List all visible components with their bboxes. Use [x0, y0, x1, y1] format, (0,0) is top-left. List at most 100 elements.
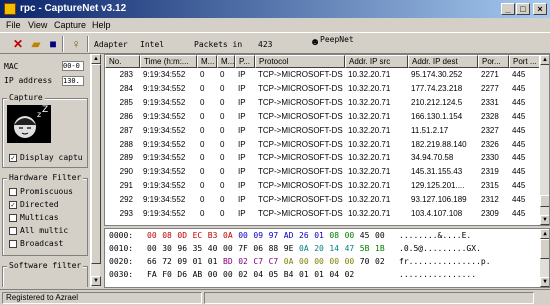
column-header[interactable]: Time (h:m:... [140, 55, 197, 68]
menu-help[interactable]: Help [92, 20, 111, 30]
column-header[interactable]: M... [197, 55, 217, 68]
table-row[interactable]: 291 9:19:34:552 0 0 IP TCP->MICROSOFT-DS 10.32… [105, 180, 541, 193]
close-button[interactable]: × [533, 3, 547, 15]
software-filter-group: Software filter [2, 261, 88, 287]
hex-byte: 0A [283, 257, 294, 266]
hex-byte: 0A [223, 231, 233, 240]
scroll-thumb[interactable] [540, 195, 549, 207]
multicast-checkbox[interactable]: Multicas [9, 213, 59, 222]
table-cell: 445 [512, 209, 526, 218]
table-cell: 10.32.20.71 [348, 125, 391, 135]
table-cell: 291 [119, 181, 133, 191]
table-cell: 9:19:34:552 [143, 97, 186, 107]
hex-byte: 96 [177, 244, 188, 253]
table-cell: 0 [220, 83, 225, 93]
table-cell: 10.32.20.71 [348, 70, 391, 79]
table-cell: 2271 [481, 70, 499, 79]
column-header[interactable]: Por... [478, 55, 509, 68]
table-cell: 9:19:34:552 [143, 167, 186, 177]
table-cell: 0 [220, 111, 225, 121]
menu-view[interactable]: View [28, 20, 47, 30]
hex-byte: 97 [268, 231, 279, 240]
key-icon[interactable]: ♀ [68, 36, 84, 52]
svg-text:Z: Z [42, 105, 48, 115]
table-cell: 10.32.20.71 [348, 153, 391, 163]
directed-label: Directed [20, 200, 59, 209]
display-capture-checkbox[interactable]: ✓ Display captu [9, 153, 83, 162]
main-window: rpc - CaptureNet v3.12 _ □ × File View C… [0, 0, 550, 305]
stop-icon[interactable]: ✕ [10, 36, 26, 52]
table-row[interactable]: 287 9:19:34:552 0 0 IP TCP->MICROSOFT-DS 10.32… [105, 125, 541, 138]
table-cell: TCP->MICROSOFT-DS [258, 97, 343, 107]
table-row[interactable]: 290 9:19:34:552 0 0 IP TCP->MICROSOFT-DS 10.32… [105, 166, 541, 179]
scroll-thumb[interactable] [540, 239, 549, 259]
hex-scrollbar[interactable]: ▲ ▼ [539, 229, 549, 287]
scroll-down-icon[interactable]: ▼ [540, 215, 549, 225]
table-cell: 2330 [481, 153, 499, 163]
scroll-down-icon[interactable]: ▼ [540, 277, 549, 287]
hex-byte: 0A [299, 244, 309, 253]
scroll-up-icon[interactable]: ▲ [540, 229, 549, 239]
hex-ascii: ........&....E. [399, 231, 472, 240]
display-capture-label: Display captu [20, 153, 83, 162]
hex-dump-panel: 0000: 00 08 0D EC B3 0A 00 09 97 AD 26 01 08 00 45 00...… [104, 228, 550, 288]
packet-list-scrollbar[interactable]: ▲ ▼ [539, 55, 549, 225]
peepnet-label[interactable]: PeepNet [320, 35, 354, 44]
scroll-up-icon[interactable]: ▲ [540, 55, 549, 65]
column-header[interactable]: No. [105, 55, 140, 68]
hex-byte: 09 [253, 231, 264, 240]
save-icon[interactable]: ■ [45, 36, 61, 52]
app-icon [4, 3, 16, 15]
toolbar-separator [87, 36, 89, 52]
table-cell: IP [238, 125, 246, 135]
column-header[interactable]: Addr. IP src [345, 55, 408, 68]
table-row[interactable]: 285 9:19:34:552 0 0 IP TCP->MICROSOFT-DS 10.32… [105, 97, 541, 110]
table-cell: IP [238, 209, 246, 218]
directed-checkbox[interactable]: ✓ Directed [9, 200, 59, 209]
broadcast-checkbox[interactable]: Broadcast [9, 239, 63, 248]
table-cell: 0 [200, 70, 205, 79]
hex-byte: FA [147, 270, 157, 279]
sleep-face-icon[interactable]: z Z [7, 105, 51, 143]
scroll-thumb[interactable] [91, 64, 101, 264]
all-multicast-checkbox[interactable]: All multic [9, 226, 68, 235]
scroll-down-icon[interactable]: ▼ [91, 276, 101, 286]
minimize-button[interactable]: _ [501, 3, 515, 15]
table-row[interactable]: 286 9:19:34:552 0 0 IP TCP->MICROSOFT-DS 10.32… [105, 111, 541, 124]
table-row[interactable]: 289 9:19:34:552 0 0 IP TCP->MICROSOFT-DS 10.32… [105, 152, 541, 165]
column-header[interactable]: Protocol [255, 55, 345, 68]
scroll-up-icon[interactable]: ▲ [91, 54, 101, 64]
left-panel: MAC 00-0 IP address 130. Capture z Z ✓ Di… [0, 54, 102, 287]
table-cell: 445 [512, 153, 526, 163]
table-cell: IP [238, 111, 246, 121]
table-cell: 9:19:34:552 [143, 181, 186, 191]
hex-ascii: .0.5@.........GX. [399, 244, 481, 253]
menu-file[interactable]: File [6, 20, 21, 30]
status-text: Registered to Azrael [2, 292, 202, 304]
table-cell: TCP->MICROSOFT-DS [258, 153, 343, 163]
column-header[interactable]: P... [235, 55, 255, 68]
hex-byte: 88 [268, 244, 279, 253]
promiscuous-checkbox[interactable]: Promiscuous [9, 187, 73, 196]
maximize-button[interactable]: □ [516, 3, 530, 15]
toolbar: ✕ ▰ ■ ♀ Adapter Intel Packets in 423 ☻ P… [0, 32, 550, 54]
table-cell: 0 [220, 97, 225, 107]
column-header[interactable]: Addr. IP dest [408, 55, 478, 68]
checkbox-check-icon: ✓ [9, 153, 17, 162]
hardware-filter-label: Hardware Filter [7, 173, 84, 182]
table-row[interactable]: 284 9:19:34:552 0 0 IP TCP->MICROSOFT-DS 10.32… [105, 83, 541, 96]
table-cell: 166.130.1.154 [411, 111, 463, 121]
table-cell: 445 [512, 195, 526, 205]
table-row[interactable]: 283 9:19:34:552 0 0 IP TCP->MICROSOFT-DS 10.32… [105, 69, 541, 82]
column-header[interactable]: Port ... [509, 55, 541, 68]
hex-byte: 06 [253, 244, 264, 253]
table-row[interactable]: 288 9:19:34:552 0 0 IP TCP->MICROSOFT-DS 10.32… [105, 139, 541, 152]
table-cell: 2331 [481, 97, 499, 107]
column-header[interactable]: M... [217, 55, 235, 68]
left-panel-scrollbar[interactable]: ▲ ▼ [90, 54, 101, 287]
open-folder-icon[interactable]: ▰ [28, 36, 44, 52]
hex-byte: 00 [223, 244, 233, 253]
table-row[interactable]: 292 9:19:34:552 0 0 IP TCP->MICROSOFT-DS 10.32… [105, 194, 541, 207]
table-row[interactable]: 293 9:19:34:552 0 0 IP TCP->MICROSOFT-DS 10.32… [105, 208, 541, 221]
menu-capture[interactable]: Capture [54, 20, 86, 30]
